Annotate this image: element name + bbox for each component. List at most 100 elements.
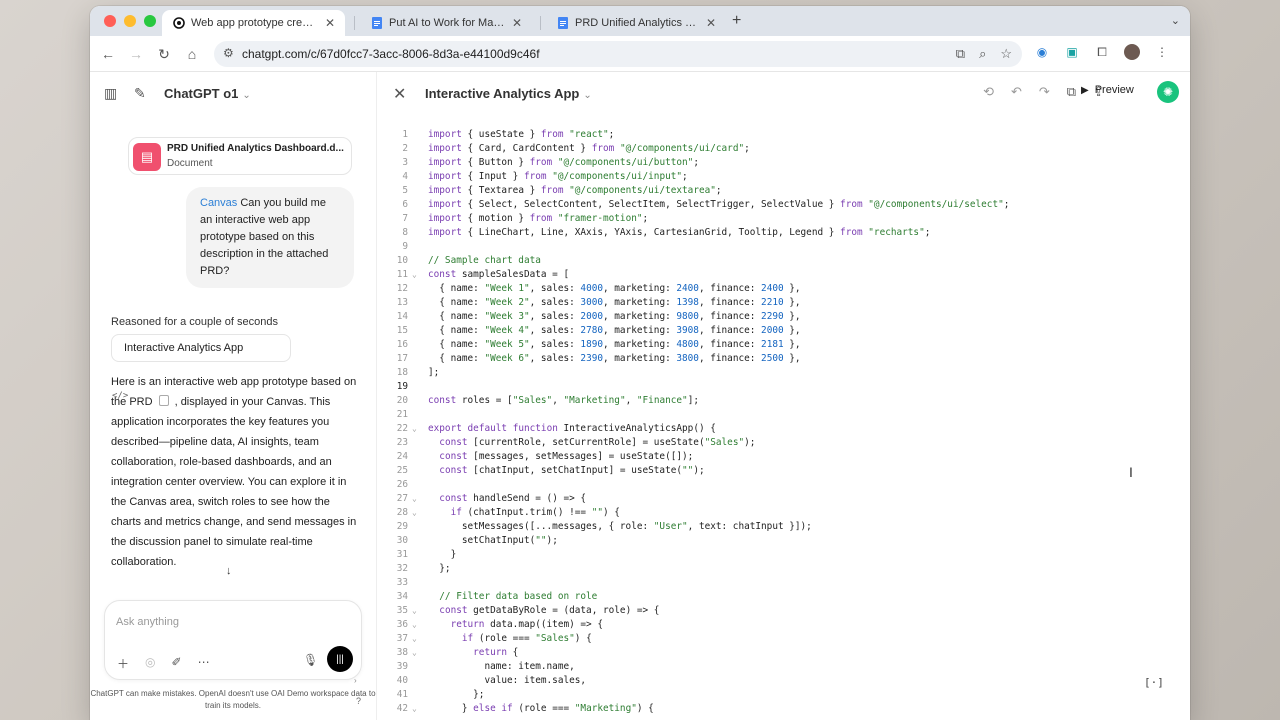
preview-button[interactable]: ▶ Preview <box>1081 84 1134 96</box>
history-icon[interactable]: ⟲ <box>983 84 994 100</box>
code-line[interactable]: 39 name: item.name, <box>377 660 1190 674</box>
code-line[interactable]: 40 value: item.sales, <box>377 674 1190 688</box>
fold-chevron-icon[interactable]: ⌄ <box>412 492 422 506</box>
code-line[interactable]: 19 <box>377 380 1190 394</box>
globe-icon[interactable]: ◎ <box>145 655 155 672</box>
profile-avatar[interactable] <box>1124 44 1140 60</box>
code-line[interactable]: 8 import { LineChart, Line, XAxis, YAxis,… <box>377 226 1190 240</box>
code-line[interactable]: 5 import { Textarea } from "@/components/… <box>377 184 1190 198</box>
redo-icon[interactable]: ↷ <box>1039 84 1050 100</box>
code-line[interactable]: 27 ⌄ const handleSend = () => { <box>377 492 1190 506</box>
code-review-button[interactable]: [·] <box>1144 676 1164 689</box>
code-line[interactable]: 34 // Filter data based on role <box>377 590 1190 604</box>
code-line[interactable]: 33 <box>377 576 1190 590</box>
zoom-icon[interactable]: ⌕ <box>979 46 986 62</box>
code-line[interactable]: 13 { name: "Week 2", sales: 3000, market… <box>377 296 1190 310</box>
composer-input[interactable]: Ask anything <box>116 616 179 628</box>
code-line[interactable]: 22 ⌄ export default function InteractiveAn… <box>377 422 1190 436</box>
close-window-button[interactable] <box>104 15 116 27</box>
open-external-icon[interactable]: ⧉ <box>956 46 965 62</box>
code-line[interactable]: 11 ⌄ const sampleSalesData = [ <box>377 268 1190 282</box>
code-line[interactable]: 35 ⌄ const getDataByRole = (data, role) =… <box>377 604 1190 618</box>
back-arrow-icon[interactable]: ← <box>98 44 118 64</box>
reasoning-status[interactable]: Reasoned for a couple of seconds <box>111 316 278 328</box>
code-line[interactable]: 10 // Sample chart data <box>377 254 1190 268</box>
tools-icon[interactable]: ✐ <box>172 655 182 672</box>
home-icon[interactable]: ⌂ <box>182 44 202 64</box>
fold-chevron-icon[interactable]: ⌄ <box>412 604 422 618</box>
code-line[interactable]: 14 { name: "Week 3", sales: 2000, market… <box>377 310 1190 324</box>
code-line[interactable]: 18]; <box>377 366 1190 380</box>
model-selector[interactable]: ChatGPT o1 ⌄ <box>164 86 251 101</box>
code-line[interactable]: 29 setMessages([...messages, { role: "Us… <box>377 520 1190 534</box>
address-bar[interactable]: ⚙ chatgpt.com/c/67d0fcc7-3acc-8006-8d3a-… <box>214 41 1022 67</box>
code-line[interactable]: 6 import { Select, SelectContent, SelectI… <box>377 198 1190 212</box>
reload-icon[interactable]: ↻ <box>154 44 174 64</box>
tab-search-icon[interactable]: ⌄ <box>1171 14 1180 27</box>
attached-document[interactable]: ▤ PRD Unified Analytics Dashboard.d... D… <box>128 137 352 175</box>
browser-menu-icon[interactable]: ⋮ <box>1154 44 1170 60</box>
extensions-puzzle-icon[interactable]: ⧠ <box>1094 44 1110 60</box>
fold-chevron-icon[interactable]: ⌄ <box>412 506 422 520</box>
panel-resize-icon[interactable]: › <box>354 676 357 685</box>
code-line[interactable]: 30 setChatInput(""); <box>377 534 1190 548</box>
more-icon[interactable]: ⋯ <box>198 655 210 672</box>
fold-chevron-icon[interactable]: ⌄ <box>412 702 422 716</box>
code-line[interactable]: 32 }; <box>377 562 1190 576</box>
tab-prd-dashboard[interactable]: PRD Unified Analytics Dashbo ✕ <box>546 10 726 36</box>
code-line[interactable]: 36 ⌄ return data.map((item) => { <box>377 618 1190 632</box>
site-info-icon[interactable]: ⚙ <box>223 46 234 60</box>
code-line[interactable]: 25 const [chatInput, setChatInput] = use… <box>377 464 1190 478</box>
canvas-chip[interactable]: </> Interactive Analytics App <box>111 334 291 401</box>
code-line[interactable]: 42 ⌄ } else if (role === "Marketing") { <box>377 702 1190 716</box>
tab-web-app-prototype[interactable]: Web app prototype creation ✕ <box>162 10 345 36</box>
code-line[interactable]: 38 ⌄ return { <box>377 646 1190 660</box>
undo-icon[interactable]: ↶ <box>1011 84 1022 100</box>
document-reference-icon[interactable] <box>158 395 169 406</box>
fold-chevron-icon[interactable]: ⌄ <box>412 646 422 660</box>
fold-chevron-icon[interactable]: ⌄ <box>412 422 422 436</box>
close-tab-icon[interactable]: ✕ <box>706 16 716 30</box>
code-editor[interactable]: 1 import { useState } from "react"; 2 impor… <box>377 128 1190 716</box>
code-line[interactable]: 21 <box>377 408 1190 422</box>
code-line[interactable]: 24 const [messages, setMessages] = useSt… <box>377 450 1190 464</box>
openai-logo-icon[interactable]: ✺ <box>1157 81 1179 103</box>
canvas-title[interactable]: Interactive Analytics App ⌄ <box>425 86 592 101</box>
message-composer[interactable]: Ask anything ＋ ◎ ✐ ⋯ 🎙 ||| <box>104 600 362 680</box>
code-line[interactable]: 31 } <box>377 548 1190 562</box>
code-line[interactable]: 17 { name: "Week 6", sales: 2390, market… <box>377 352 1190 366</box>
code-line[interactable]: 37 ⌄ if (role === "Sales") { <box>377 632 1190 646</box>
code-line[interactable]: 12 { name: "Week 1", sales: 4000, market… <box>377 282 1190 296</box>
tab-put-ai-to-work[interactable]: Put AI to Work for Marketing T ✕ <box>360 10 532 36</box>
new-tab-button[interactable]: + <box>732 12 741 30</box>
close-tab-icon[interactable]: ✕ <box>325 16 335 30</box>
code-line[interactable]: 1 import { useState } from "react"; <box>377 128 1190 142</box>
copy-icon[interactable]: ⧉ <box>1067 84 1076 100</box>
code-line[interactable]: 4 import { Input } from "@/components/ui/… <box>377 170 1190 184</box>
extension-icon[interactable]: ◉ <box>1034 44 1050 60</box>
code-line[interactable]: 16 { name: "Week 5", sales: 1890, market… <box>377 338 1190 352</box>
code-line[interactable]: 15 { name: "Week 4", sales: 2780, market… <box>377 324 1190 338</box>
code-line[interactable]: 28 ⌄ if (chatInput.trim() !== "") { <box>377 506 1190 520</box>
code-line[interactable]: 23 const [currentRole, setCurrentRole] =… <box>377 436 1190 450</box>
code-line[interactable]: 9 <box>377 240 1190 254</box>
extension-teal-icon[interactable]: ▣ <box>1064 44 1080 60</box>
fold-chevron-icon[interactable]: ⌄ <box>412 618 422 632</box>
new-chat-icon[interactable]: ✎ <box>134 85 150 101</box>
help-icon[interactable]: ? <box>356 696 361 706</box>
code-line[interactable]: 26 <box>377 478 1190 492</box>
maximize-window-button[interactable] <box>144 15 156 27</box>
scroll-down-arrow-icon[interactable]: ↓ <box>226 565 232 577</box>
forward-arrow-icon[interactable]: → <box>126 44 146 64</box>
microphone-icon[interactable]: 🎙 <box>303 653 318 667</box>
code-line[interactable]: 3 import { Button } from "@/components/ui… <box>377 156 1190 170</box>
minimize-window-button[interactable] <box>124 15 136 27</box>
code-line[interactable]: 41 }; <box>377 688 1190 702</box>
add-attachment-icon[interactable]: ＋ <box>117 655 129 672</box>
code-line[interactable]: 20 const roles = ["Sales", "Marketing", "… <box>377 394 1190 408</box>
fold-chevron-icon[interactable]: ⌄ <box>412 268 422 282</box>
code-line[interactable]: 7 import { motion } from "framer-motion"; <box>377 212 1190 226</box>
bookmark-star-icon[interactable]: ☆ <box>1000 46 1012 62</box>
close-tab-icon[interactable]: ✕ <box>512 16 522 30</box>
code-line[interactable]: 2 import { Card, CardContent } from "@/co… <box>377 142 1190 156</box>
